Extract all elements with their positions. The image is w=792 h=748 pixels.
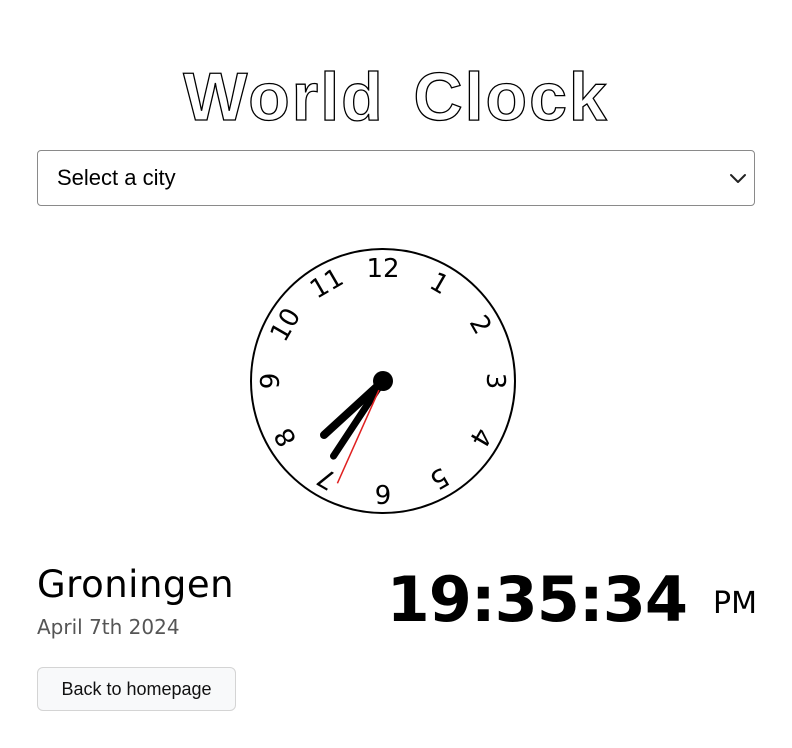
app-title: World Clock	[0, 50, 792, 134]
clock-numeral-6: 6	[375, 478, 392, 508]
city-select-label: Select a city	[57, 165, 176, 190]
digital-time: 19:35:34	[386, 563, 688, 636]
chevron-down-icon	[730, 174, 746, 183]
title-word-world: World	[183, 59, 384, 134]
city-name: Groningen	[37, 563, 235, 606]
city-date: April 7th 2024	[37, 615, 180, 639]
clock-numeral-9: 9	[256, 373, 286, 390]
app-title-graphic: World Clock	[183, 58, 608, 134]
clock-face: 12 1234567891011	[250, 248, 516, 514]
title-word-clock: Clock	[414, 59, 609, 134]
city-select[interactable]: Select a city	[37, 150, 755, 206]
analog-clock: 12 1 2 3 4 5 6 7 8 9 10 11	[248, 246, 518, 516]
clock-numeral-3: 3	[480, 373, 510, 390]
app-title-text: World Clock	[183, 59, 608, 134]
clock-numeral-12: 12	[366, 254, 399, 284]
back-to-homepage-button[interactable]: Back to homepage	[37, 667, 236, 711]
clock-center-pin	[373, 371, 393, 391]
am-pm-indicator: PM	[713, 586, 757, 621]
